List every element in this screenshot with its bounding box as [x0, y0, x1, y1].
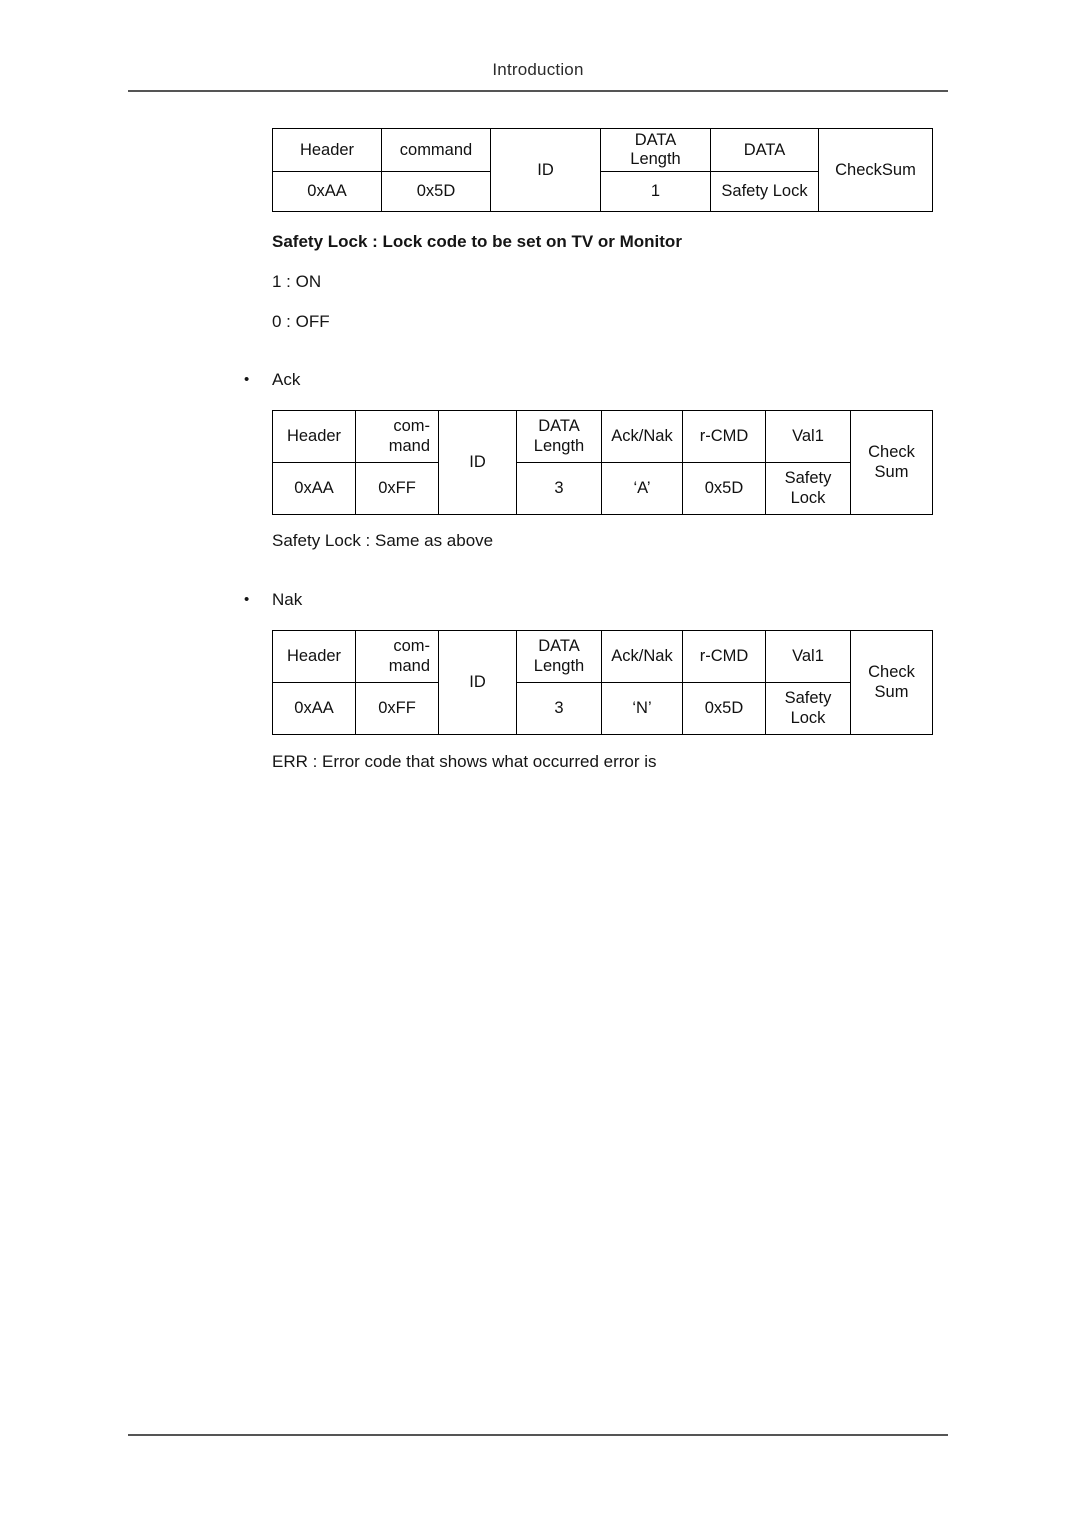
cell-data-length-value: 3 — [516, 682, 602, 735]
bullet-label-ack: Ack — [272, 370, 301, 389]
cell-ack-nak-label: Ack/Nak — [601, 410, 683, 463]
cell-data-length-value: 1 — [600, 171, 711, 213]
table-row: Header com- mand ID DATA Length Ack/Nak … — [272, 630, 933, 735]
cell-ack-nak-value: ‘N’ — [601, 682, 683, 735]
cell-val1-value: Safety Lock — [765, 682, 851, 735]
cell-checksum-label: Check Sum — [850, 410, 933, 515]
cell-header-label: Header — [272, 127, 382, 173]
cell-r-cmd-label: r-CMD — [682, 410, 766, 463]
bullet-dot-icon: • — [244, 591, 250, 608]
cell-command-value: 0xFF — [355, 682, 439, 735]
table-row: 0xAA 0xFF 3 ‘A’ 0x5D Safety Lock — [272, 462, 933, 515]
safety-lock-same-as-above: Safety Lock : Same as above — [272, 531, 494, 550]
cell-header-value: 0xAA — [272, 171, 382, 213]
cell-data-length-value: 3 — [516, 462, 602, 515]
cell-r-cmd-label: r-CMD — [682, 630, 766, 683]
cell-val1-label: Val1 — [765, 410, 851, 463]
header-rule — [128, 90, 948, 92]
cell-header-label: Header — [272, 410, 356, 463]
cell-id-label: ID — [438, 630, 517, 735]
running-header-title: Introduction — [492, 60, 584, 79]
cell-val1-label: Val1 — [765, 630, 851, 683]
cell-command-value: 0x5D — [381, 171, 491, 213]
cell-ack-nak-value: ‘A’ — [601, 462, 683, 515]
cell-command-value: 0xFF — [355, 462, 439, 515]
cell-ack-nak-label: Ack/Nak — [601, 630, 683, 683]
cell-header-label: Header — [272, 630, 356, 683]
cell-data-label: DATA — [710, 127, 819, 173]
footer-rule — [128, 1434, 948, 1436]
table-ack: Header com- mand ID DATA Length Ack/Nak … — [272, 410, 933, 515]
safety-lock-definition: Safety Lock : Lock code to be set on TV … — [272, 232, 682, 251]
document-page: Introduction Header command ID DATA Leng… — [0, 0, 1080, 1527]
cell-command-label: command — [381, 127, 491, 173]
cell-id-label: ID — [438, 410, 517, 515]
cell-command-label: com- mand — [355, 630, 439, 683]
cell-checksum-label: Check Sum — [850, 630, 933, 735]
cell-header-value: 0xAA — [272, 682, 356, 735]
table-row: Header com- mand ID DATA Length Ack/Nak … — [272, 410, 933, 515]
bullet-dot-icon: • — [244, 371, 250, 388]
cell-r-cmd-value: 0x5D — [682, 682, 766, 735]
safety-lock-value-on: 1 : ON — [272, 272, 322, 291]
cell-data-length-label: DATA Length — [516, 410, 602, 463]
cell-data-length-label: DATA Length — [600, 127, 711, 173]
bullet-item-ack: • Ack — [244, 370, 300, 390]
cell-data-value: Safety Lock — [710, 171, 819, 213]
table-nak: Header com- mand ID DATA Length Ack/Nak … — [272, 630, 933, 735]
cell-val1-value: Safety Lock — [765, 462, 851, 515]
cell-checksum-label: CheckSum — [818, 127, 933, 213]
cell-command-label: com- mand — [355, 410, 439, 463]
bullet-label-nak: Nak — [272, 590, 303, 609]
cell-id-label: ID — [490, 127, 601, 213]
err-definition: ERR : Error code that shows what occurre… — [272, 752, 657, 771]
safety-lock-value-off: 0 : OFF — [272, 312, 330, 331]
cell-r-cmd-value: 0x5D — [682, 462, 766, 515]
table-row: Header command ID DATA Length DATA Check… — [272, 127, 933, 213]
cell-header-value: 0xAA — [272, 462, 356, 515]
bullet-item-nak: • Nak — [244, 590, 302, 610]
table-row: 0xAA 0xFF 3 ‘N’ 0x5D Safety Lock — [272, 682, 933, 735]
table-set-command: Header command ID DATA Length DATA Check… — [272, 127, 933, 213]
cell-data-length-label: DATA Length — [516, 630, 602, 683]
